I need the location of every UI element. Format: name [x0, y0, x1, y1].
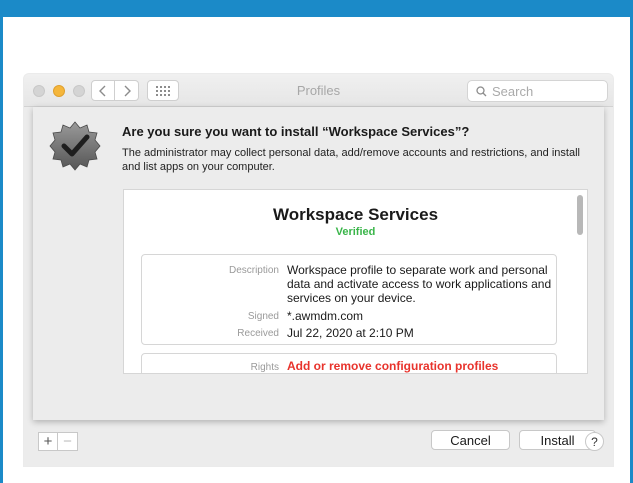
description-value: Workspace profile to separate work and p…	[287, 263, 552, 305]
received-value: Jul 22, 2020 at 2:10 PM	[287, 326, 414, 340]
sheet-message: The administrator may collect personal d…	[122, 147, 580, 173]
received-label: Received	[237, 328, 279, 339]
rights-label: Rights	[250, 362, 279, 373]
frame-top-bar	[0, 0, 633, 17]
signed-value: *.awmdm.com	[287, 309, 364, 323]
cancel-button[interactable]: Cancel	[431, 430, 510, 450]
verified-status: Verified	[335, 226, 376, 238]
profiles-window: Profiles Search Are you sure you want to…	[24, 74, 613, 466]
rights-value: Add or remove configuration profiles	[287, 359, 499, 373]
remove-profile-button[interactable]: −	[58, 432, 78, 451]
help-button[interactable]: ?	[585, 432, 604, 451]
sheet-heading: Are you sure you want to install “Worksp…	[122, 124, 470, 139]
profile-name: Workspace Services	[272, 205, 439, 224]
verified-badge-icon	[49, 121, 101, 171]
profile-details-panel[interactable]: Workspace Services Verified Description …	[123, 189, 588, 374]
search-field[interactable]: Search	[467, 80, 608, 102]
add-profile-button[interactable]: +	[38, 432, 58, 451]
rights-box: Rights Add or remove configuration profi…	[141, 353, 557, 373]
signed-label: Signed	[247, 311, 279, 322]
search-icon	[476, 85, 487, 96]
search-placeholder: Search	[492, 83, 534, 99]
profile-info-box: Description Workspace profile to separat…	[141, 254, 557, 345]
install-profile-sheet: Are you sure you want to install “Worksp…	[33, 107, 604, 450]
title-bar: Profiles Search	[24, 74, 613, 107]
profile-list-controls: + −	[38, 432, 78, 451]
description-label: Description	[228, 265, 279, 276]
